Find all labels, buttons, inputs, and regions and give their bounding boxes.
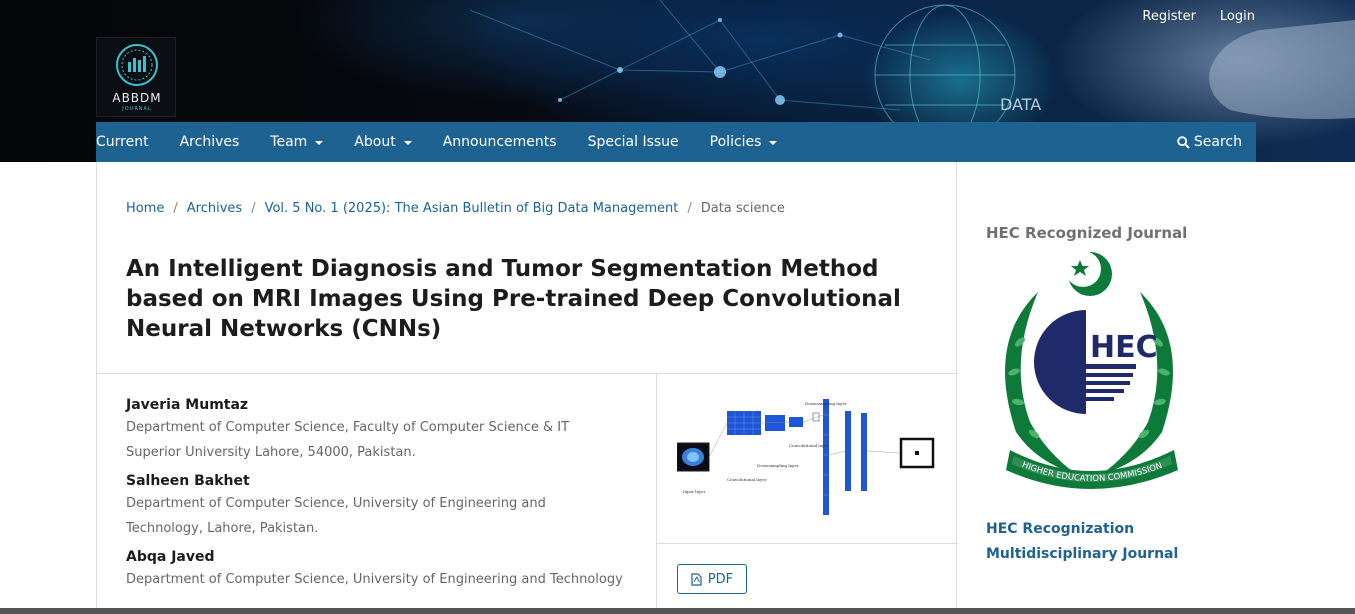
article-cover-image[interactable]: Downsampling layer Convolutional layer D…: [676, 395, 935, 519]
figure-label-input: Input layer: [683, 489, 705, 494]
author-name: Salheen Bakhet: [126, 473, 250, 489]
nav-item-about[interactable]: About: [354, 134, 412, 150]
nav-item-special-issue[interactable]: Special Issue: [588, 134, 679, 150]
figure-label-downsampling: Downsampling layer: [805, 401, 847, 406]
author-list: Javeria Mumtaz Department of Computer Sc…: [126, 395, 626, 598]
search-icon: [1177, 135, 1190, 149]
breadcrumb-separator: /: [173, 201, 178, 216]
author-affiliation: Department of Computer Science, Universi…: [126, 496, 546, 536]
author-affiliation: Department of Computer Science, Faculty …: [126, 420, 570, 460]
nav-item-current[interactable]: Current: [96, 134, 149, 150]
logo-title: ABBDM: [112, 91, 162, 105]
file-pdf-icon: [691, 572, 702, 586]
banner-data-text: DATA: [1000, 95, 1041, 114]
hec-recognization-link[interactable]: HEC Recognization: [986, 521, 1134, 537]
search-label: Search: [1193, 134, 1242, 150]
figure-label-convolutional: Convolutional layer: [727, 477, 767, 482]
multidisciplinary-journal-link[interactable]: Multidisciplinary Journal: [986, 546, 1178, 562]
breadcrumb-separator: /: [687, 201, 692, 216]
journal-logo[interactable]: ABBDM JOURNAL: [96, 37, 176, 117]
figure-label-convolutional: Convolutional layer: [789, 443, 829, 448]
register-link[interactable]: Register: [1142, 9, 1196, 24]
nav-item-label: About: [354, 134, 396, 150]
logo-subtitle: JOURNAL: [122, 106, 152, 112]
breadcrumb-archives[interactable]: Archives: [187, 201, 242, 216]
nav-item-label: Announcements: [442, 134, 557, 150]
nav-item-label: Policies: [709, 134, 762, 150]
figure-label-downsampling: Downsampling layer: [757, 463, 799, 468]
nav-item-label: Team: [270, 134, 308, 150]
site-header: DATA ABBDM JOURNAL Register Login Curren…: [0, 0, 1355, 162]
primary-nav: Current Archives Team About Announcement…: [96, 122, 1256, 162]
chevron-down-icon: [315, 141, 324, 145]
column-divider: [656, 373, 657, 614]
hec-logo[interactable]: HEC HIGHER EDUCATION COMMISSION: [986, 251, 1196, 497]
author-entry: Abqa Javed Department of Computer Scienc…: [126, 547, 626, 592]
chevron-down-icon: [769, 141, 778, 145]
login-link[interactable]: Login: [1220, 9, 1255, 24]
nav-item-archives[interactable]: Archives: [180, 134, 240, 150]
pdf-label: PDF: [707, 571, 734, 587]
nav-item-policies[interactable]: Policies: [710, 134, 778, 150]
section-divider: [97, 373, 958, 374]
author-entry: Salheen Bakhet Department of Computer Sc…: [126, 471, 626, 541]
nav-item-announcements[interactable]: Announcements: [443, 134, 557, 150]
author-affiliation: Department of Computer Science, Universi…: [126, 572, 623, 587]
pdf-download-button[interactable]: PDF: [677, 564, 747, 594]
article-main: Home / Archives / Vol. 5 No. 1 (2025): The A…: [96, 162, 958, 614]
hec-letters: HEC: [1090, 330, 1158, 365]
sidebar-divider: [656, 543, 958, 544]
chevron-down-icon: [403, 141, 412, 145]
breadcrumb-home[interactable]: Home: [126, 201, 164, 216]
breadcrumb: Home / Archives / Vol. 5 No. 1 (2025): The A…: [126, 201, 785, 216]
nav-item-label: Special Issue: [587, 134, 679, 150]
horizontal-scrollbar[interactable]: [0, 608, 1355, 614]
author-name: Javeria Mumtaz: [126, 397, 249, 413]
breadcrumb-current: Data science: [700, 201, 785, 216]
breadcrumb-issue[interactable]: Vol. 5 No. 1 (2025): The Asian Bulletin …: [265, 201, 679, 216]
search-button[interactable]: Search: [1177, 122, 1242, 162]
nav-item-label: Current: [96, 134, 149, 150]
breadcrumb-separator: /: [251, 201, 256, 216]
nav-item-team[interactable]: Team: [270, 134, 324, 150]
author-name: Abqa Javed: [126, 549, 215, 565]
sidebar-heading: HEC Recognized Journal: [986, 224, 1188, 242]
author-entry: Javeria Mumtaz Department of Computer Sc…: [126, 395, 626, 465]
article-title: An Intelligent Diagnosis and Tumor Segme…: [126, 256, 901, 342]
nav-item-label: Archives: [179, 134, 240, 150]
user-links: Register Login: [1142, 9, 1255, 24]
